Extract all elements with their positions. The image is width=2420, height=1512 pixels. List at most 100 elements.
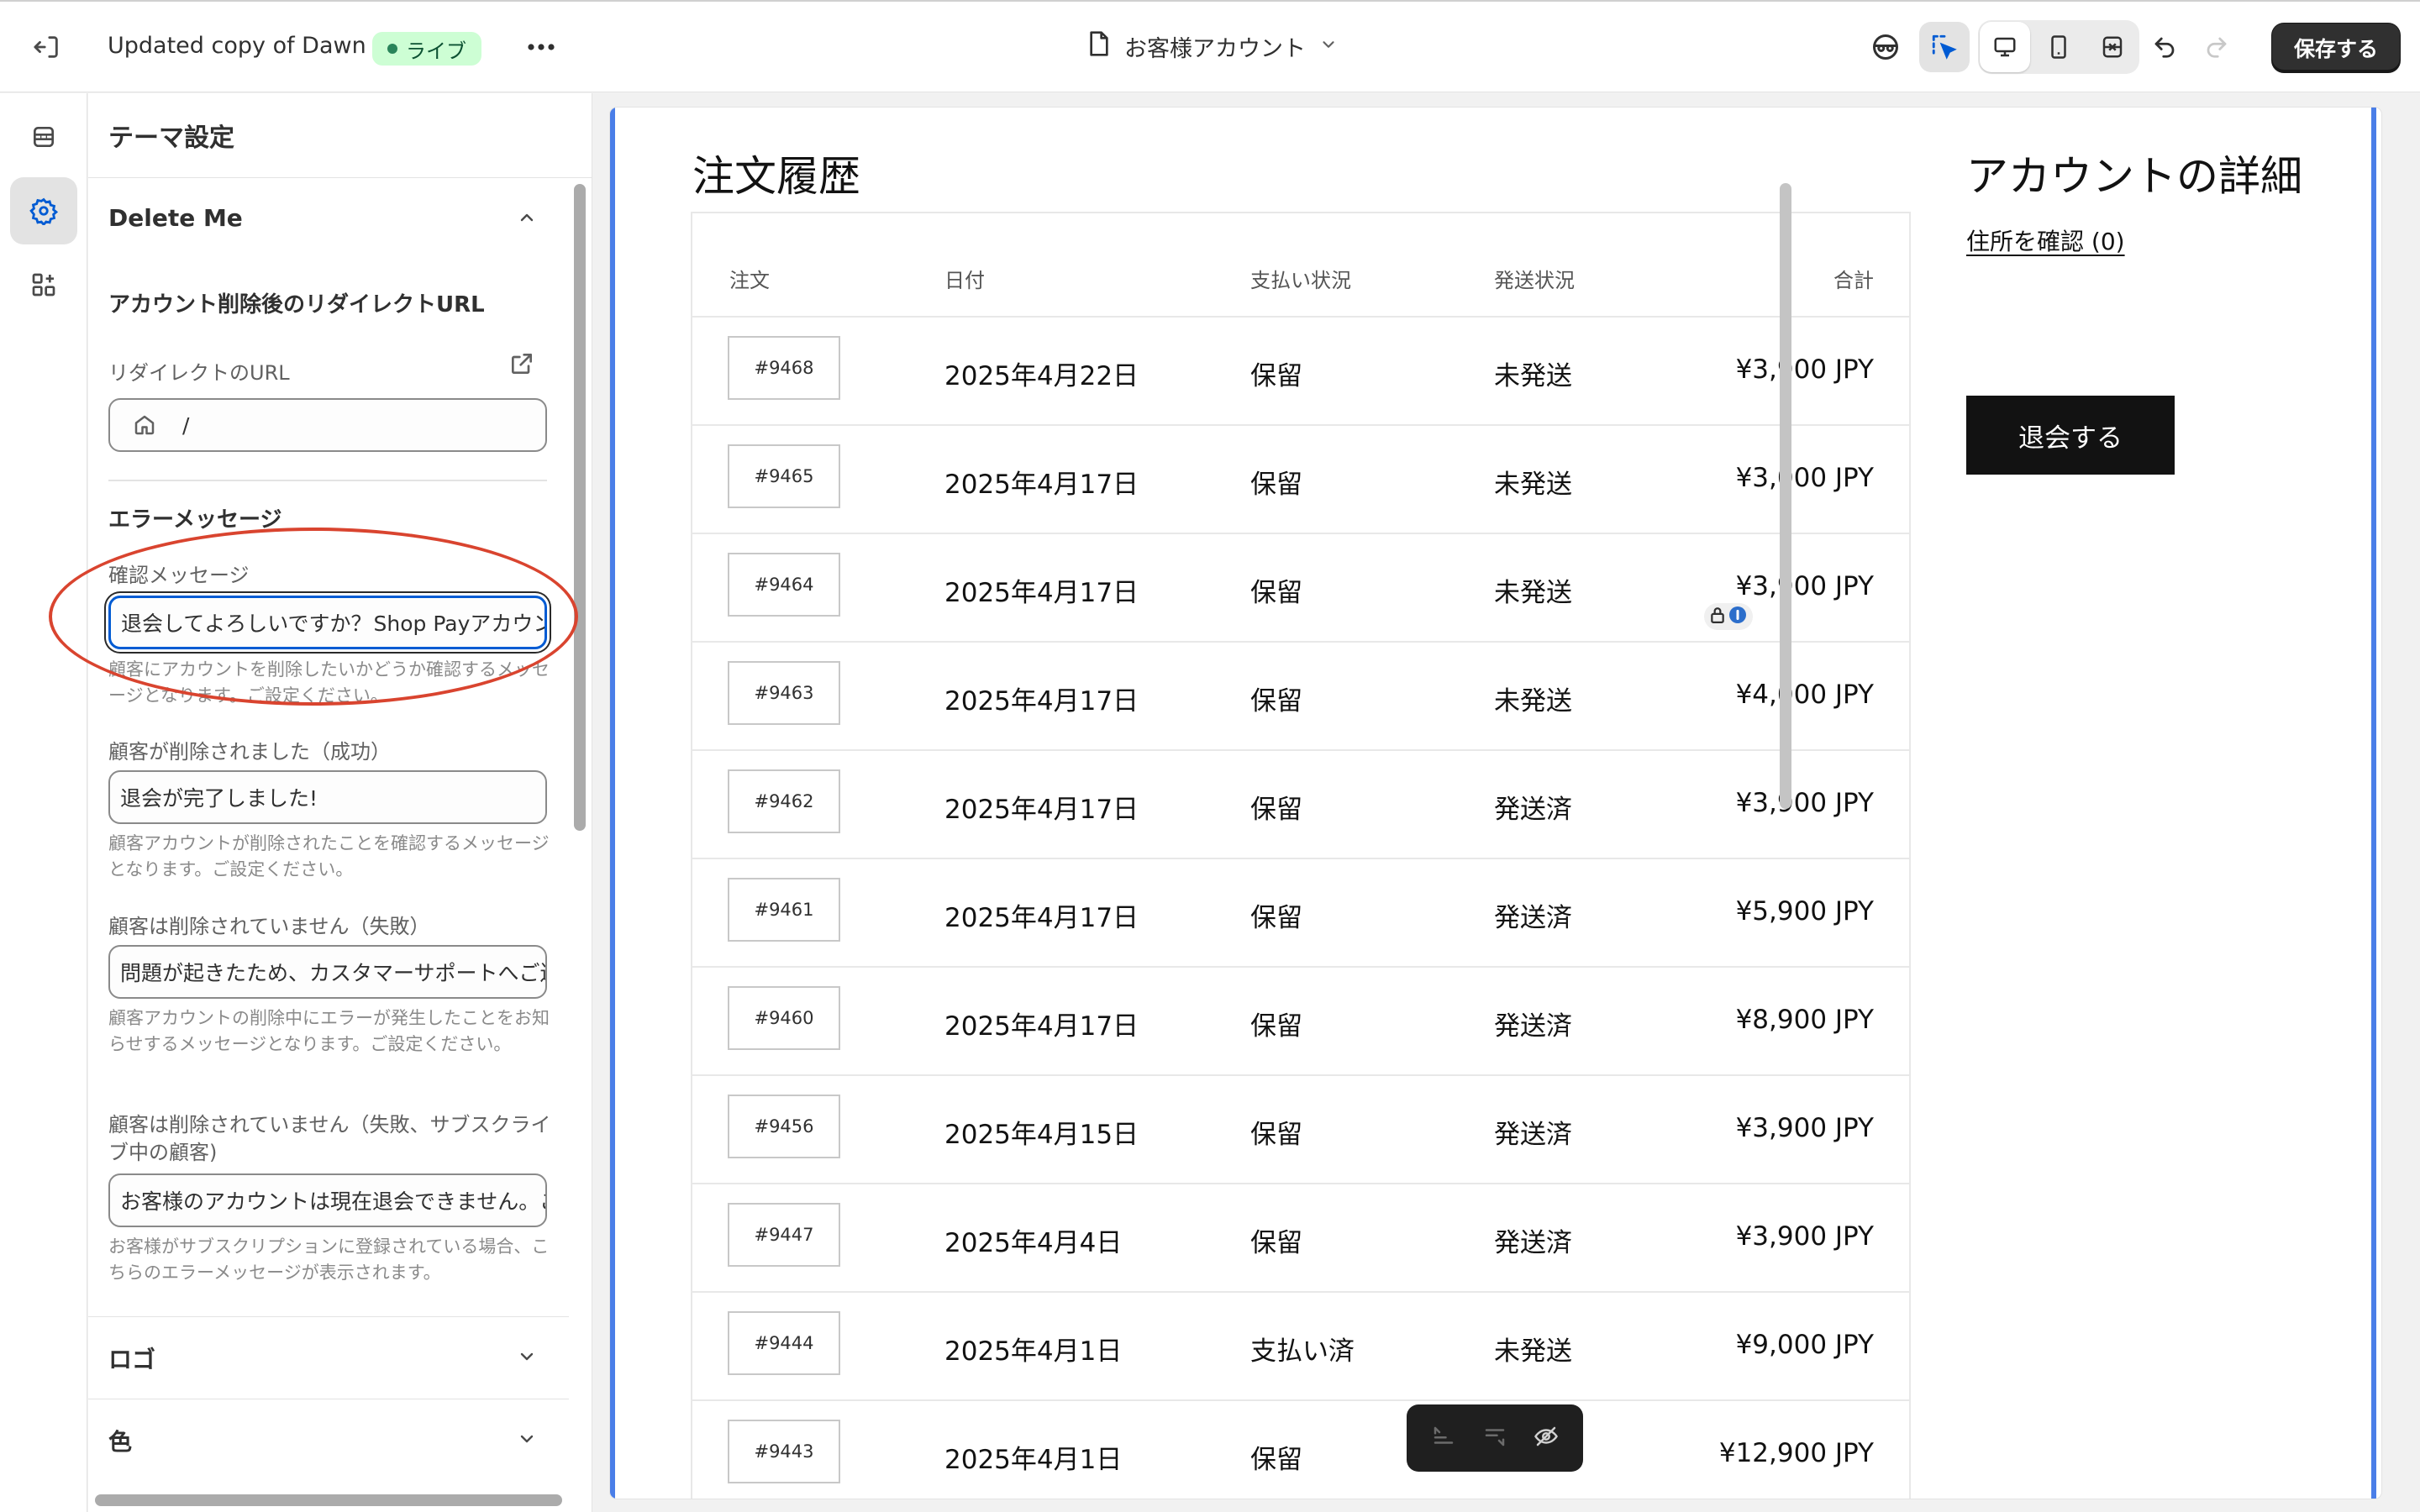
fullwidth-icon[interactable] <box>2087 22 2138 72</box>
fulfillment-status: 発送済 <box>1494 903 1572 933</box>
info-icon <box>1728 606 1747 627</box>
table-row: #9461 2025年4月17日 保留 発送済 ¥5,900 JPY <box>692 858 1909 966</box>
fail-message-input[interactable]: 問題が起きたため、カスタマーサポートへご連 <box>108 945 547 999</box>
order-number-link[interactable]: #9465 <box>728 444 840 508</box>
order-number: #9456 <box>754 1116 814 1137</box>
column-header-payment: 支払い状況 <box>1250 269 1351 292</box>
mask-icon[interactable] <box>1860 22 1911 72</box>
account-details-title: アカウントの詳細 <box>1966 152 2302 201</box>
preview-selection-edge <box>610 108 615 1499</box>
table-row: #9460 2025年4月17日 保留 発送済 ¥8,900 JPY <box>692 966 1909 1074</box>
exit-icon[interactable] <box>22 22 72 72</box>
fail-subscribed-help: お客様がサブスクリプションに登録されている場合、こちらのエラーメッセージが表示さ… <box>108 1236 550 1283</box>
order-total: ¥5,900 JPY <box>1735 896 1874 927</box>
payment-status: 保留 <box>1250 470 1302 500</box>
order-number-link[interactable]: #9464 <box>728 553 840 617</box>
payment-status: 保留 <box>1250 903 1302 933</box>
order-number-link[interactable]: #9447 <box>728 1203 840 1267</box>
table-row: #9468 2025年4月22日 保留 未発送 ¥3,900 JPY <box>692 316 1909 424</box>
section-color-header[interactable]: 色 <box>108 1424 132 1457</box>
theme-name: Updated copy of Dawn <box>108 33 366 59</box>
success-message-help: 顧客アカウントが削除されたことを確認するメッセージとなります。ご設定ください。 <box>108 833 550 879</box>
error-message-heading: エラーメッセージ <box>108 507 282 533</box>
table-row: #9447 2025年4月4日 保留 発送済 ¥3,900 JPY <box>692 1183 1909 1291</box>
fail-subscribed-input[interactable]: お客様のアカウントは現在退会できません。ご <box>108 1173 547 1227</box>
fail-message-label: 顧客は削除されていません（失敗） <box>108 915 430 938</box>
table-row: #9456 2025年4月15日 保留 発送済 ¥3,900 JPY <box>692 1074 1909 1183</box>
panel-scrollbar-horizontal[interactable] <box>95 1494 562 1506</box>
order-total: ¥3,900 JPY <box>1735 1113 1874 1143</box>
order-number: #9460 <box>754 1008 814 1028</box>
panel-scrollbar-vertical[interactable] <box>574 184 586 831</box>
password-manager-badge[interactable] <box>1704 603 1753 630</box>
order-number: #9464 <box>754 575 814 595</box>
payment-status: 保留 <box>1250 1445 1302 1475</box>
panel-title: テーマ設定 <box>108 123 234 153</box>
order-total: ¥4,000 JPY <box>1735 680 1874 710</box>
apps-icon[interactable] <box>10 251 77 318</box>
order-total: ¥12,900 JPY <box>1718 1438 1874 1468</box>
redirect-url-label: リダイレクトのURL <box>108 361 290 385</box>
order-number-link[interactable]: #9461 <box>728 878 840 942</box>
column-header-date: 日付 <box>944 269 985 292</box>
home-icon <box>132 412 157 438</box>
fulfillment-status: 未発送 <box>1494 361 1572 391</box>
external-link-icon[interactable] <box>508 350 535 381</box>
order-date: 2025年4月15日 <box>944 1120 1139 1150</box>
mobile-icon[interactable] <box>2033 22 2084 72</box>
inspector-icon[interactable] <box>1919 22 1970 72</box>
order-date: 2025年4月4日 <box>944 1228 1123 1258</box>
page-selector-label: お客様アカウント <box>1124 36 1306 62</box>
hide-icon[interactable] <box>1532 1424 1560 1452</box>
payment-status: 保留 <box>1250 361 1302 391</box>
fulfillment-status: 未発送 <box>1494 470 1572 500</box>
order-number-link[interactable]: #9444 <box>728 1311 840 1375</box>
table-row: #9465 2025年4月17日 保留 未発送 ¥3,000 JPY <box>692 424 1909 533</box>
view-addresses-link[interactable]: 住所を確認 (0) <box>1966 223 2125 257</box>
payment-status: 保留 <box>1250 795 1302 825</box>
fail-subscribed-value: お客様のアカウントは現在退会できません。ご <box>120 1189 547 1214</box>
sections-icon[interactable] <box>10 103 77 171</box>
floating-toolbar <box>1407 1404 1583 1472</box>
settings-icon[interactable] <box>10 177 77 244</box>
viewport-switcher <box>1978 20 2139 74</box>
chevron-down-icon <box>1319 34 1338 60</box>
section-logo-header[interactable]: ロゴ <box>108 1341 155 1375</box>
order-date: 2025年4月17日 <box>944 686 1139 717</box>
order-number-link[interactable]: #9460 <box>728 986 840 1050</box>
order-number-link[interactable]: #9468 <box>728 336 840 400</box>
fail-message-help: 顧客アカウントの削除中にエラーが発生したことをお知らせするメッセージとなります。… <box>108 1008 550 1054</box>
success-message-value: 退会が完了しました! <box>120 786 318 811</box>
payment-status: 支払い済 <box>1250 1336 1355 1367</box>
chevron-down-icon[interactable] <box>510 1422 544 1456</box>
move-down-icon[interactable] <box>1481 1424 1509 1452</box>
fail-subscribed-label: 顧客は削除されていません（失敗、サブスクライブ中の顧客) <box>108 1113 551 1164</box>
order-number: #9465 <box>754 466 814 486</box>
undo-icon[interactable] <box>2139 22 2190 72</box>
payment-status: 保留 <box>1250 578 1302 608</box>
fail-message-value: 問題が起きたため、カスタマーサポートへご連 <box>120 961 547 985</box>
save-button[interactable]: 保存する <box>2272 24 2400 72</box>
success-message-input[interactable]: 退会が完了しました! <box>108 770 547 824</box>
section-delete-me-header[interactable]: Delete Me <box>108 204 243 232</box>
order-number: #9444 <box>754 1333 814 1353</box>
order-number-link[interactable]: #9456 <box>728 1095 840 1158</box>
payment-status: 保留 <box>1250 1228 1302 1258</box>
payment-status: 保留 <box>1250 1011 1302 1042</box>
chevron-up-icon[interactable] <box>510 201 544 234</box>
desktop-icon[interactable] <box>1980 22 2030 72</box>
more-icon[interactable] <box>516 22 566 72</box>
order-number-link[interactable]: #9463 <box>728 661 840 725</box>
preview-scrollbar[interactable] <box>1780 183 1791 809</box>
order-number: #9443 <box>754 1441 814 1462</box>
redirect-url-input[interactable]: / <box>108 398 547 452</box>
order-number-link[interactable]: #9462 <box>728 769 840 833</box>
redirect-heading: アカウント削除後のリダイレクトURL <box>108 292 485 318</box>
chevron-down-icon[interactable] <box>510 1340 544 1373</box>
page-selector[interactable]: お客様アカウント <box>1087 30 1338 63</box>
divider <box>88 177 592 178</box>
order-number-link[interactable]: #9443 <box>728 1420 840 1483</box>
leave-account-button[interactable]: 退会する <box>1966 396 2175 475</box>
redo-icon[interactable] <box>2191 22 2242 72</box>
move-up-icon[interactable] <box>1429 1424 1458 1452</box>
